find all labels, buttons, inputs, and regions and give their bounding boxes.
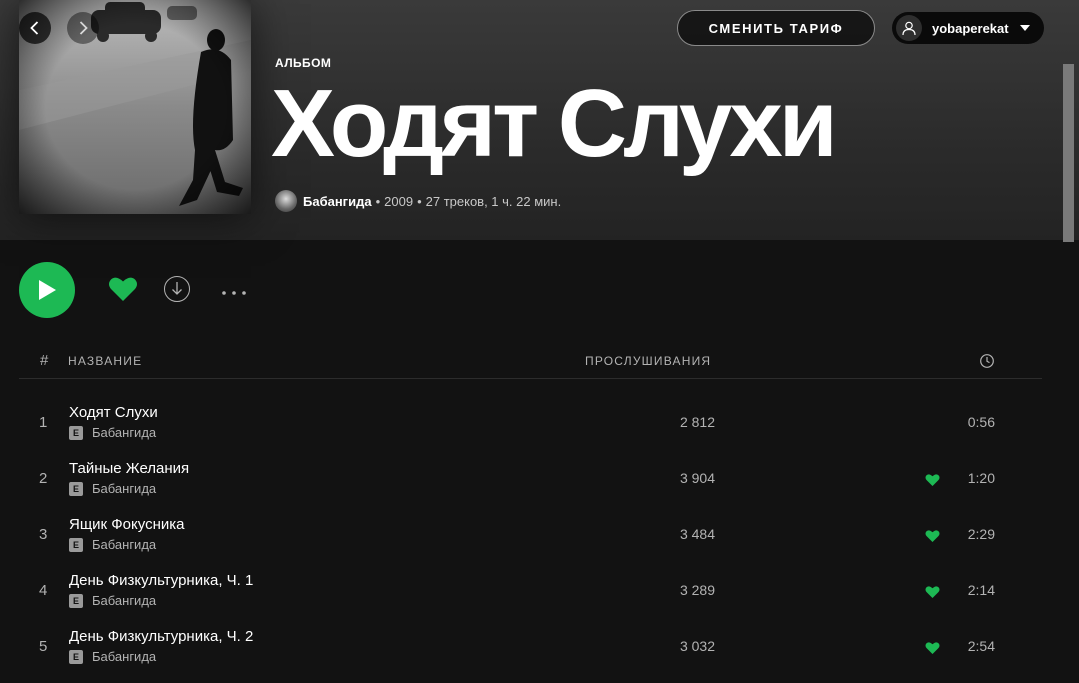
track-artist-line: E Бабангида [69, 537, 156, 552]
separator: • [375, 193, 381, 209]
track-plays: 3 289 [679, 582, 715, 598]
track-duration: 2:54 [967, 638, 995, 654]
track-artist-line: E Бабангида [69, 649, 156, 664]
track-artist[interactable]: Бабангида [92, 537, 156, 552]
track-artist[interactable]: Бабангида [92, 425, 156, 440]
track-title[interactable]: День Физкультурника, Ч. 1 [69, 572, 253, 589]
avatar [896, 15, 922, 41]
clock-icon [980, 354, 994, 368]
liked-heart-icon[interactable] [925, 473, 940, 492]
chevron-right-icon [79, 21, 88, 35]
artist-avatar [275, 190, 297, 212]
liked-heart-icon[interactable] [925, 641, 940, 660]
explicit-badge: E [69, 537, 83, 552]
liked-heart-icon[interactable] [925, 529, 940, 548]
scrollbar[interactable] [1063, 64, 1074, 242]
album-year: 2009 [384, 193, 414, 209]
tracklist-header: # НАЗВАНИЕ ПРОСЛУШИВАНИЯ [19, 346, 1042, 379]
album-type-label: АЛЬБОМ [275, 56, 332, 70]
track-row[interactable]: 3 Ящик Фокусника E Бабангида 3 484 2:29 [19, 508, 1042, 564]
artist-link[interactable]: Бабангида [303, 194, 372, 209]
track-number: 2 [39, 470, 48, 487]
like-album-button[interactable] [108, 275, 138, 308]
heart-icon [109, 277, 137, 301]
back-button[interactable] [19, 12, 51, 44]
explicit-badge: E [69, 425, 83, 440]
separator: • [417, 193, 422, 209]
track-row[interactable]: 2 Тайные Желания E Бабангида 3 904 1:20 [19, 452, 1042, 508]
track-row[interactable]: 5 День Физкультурника, Ч. 2 E Бабангида 3 03… [19, 620, 1042, 676]
user-menu-button[interactable]: yobaperekat [892, 12, 1044, 44]
track-artist-line: E Бабангида [69, 593, 156, 608]
track-artist[interactable]: Бабангида [92, 593, 156, 608]
track-number: 3 [39, 526, 48, 543]
track-number: 5 [39, 638, 48, 655]
track-title[interactable]: День Физкультурника, Ч. 2 [69, 628, 253, 645]
track-number: 4 [39, 582, 48, 599]
col-number: # [40, 352, 49, 369]
download-icon [172, 282, 182, 295]
col-duration[interactable] [979, 353, 995, 372]
chevron-left-icon [30, 21, 39, 35]
album-meta: Бабангида • 2009 • 27 треков, 1 ч. 22 ми… [275, 190, 561, 212]
album-stats: 27 треков, 1 ч. 22 мин. [425, 193, 562, 209]
track-row[interactable]: 1 Ходят Слухи E Бабангида 2 812 0:56 [19, 396, 1042, 452]
user-icon [902, 21, 916, 36]
track-title[interactable]: Ходят Слухи [69, 404, 158, 421]
track-plays: 3 484 [679, 526, 715, 542]
track-title[interactable]: Ящик Фокусника [69, 516, 185, 533]
track-number: 1 [39, 414, 48, 431]
col-plays[interactable]: ПРОСЛУШИВАНИЯ [585, 354, 711, 368]
forward-button[interactable] [67, 12, 99, 44]
track-title[interactable]: Тайные Желания [69, 460, 189, 477]
play-icon [39, 280, 56, 300]
explicit-badge: E [69, 649, 83, 664]
username: yobaperekat [932, 20, 1009, 36]
track-duration: 2:29 [967, 526, 995, 542]
track-duration: 0:56 [967, 414, 995, 430]
track-plays: 3 032 [679, 638, 715, 654]
col-title[interactable]: НАЗВАНИЕ [68, 354, 142, 368]
track-artist-line: E Бабангида [69, 481, 156, 496]
track-row[interactable]: 4 День Физкультурника, Ч. 1 E Бабангида 3 28… [19, 564, 1042, 620]
more-icon [222, 291, 246, 295]
explicit-badge: E [69, 481, 83, 496]
track-plays: 3 904 [679, 470, 715, 486]
track-duration: 1:20 [967, 470, 995, 486]
explicit-badge: E [69, 593, 83, 608]
more-options-button[interactable] [220, 280, 250, 300]
caret-down-icon [1020, 25, 1030, 31]
page-title: Ходят Слухи [271, 70, 838, 177]
download-button[interactable] [164, 276, 190, 302]
track-plays: 2 812 [679, 414, 715, 430]
album-cover [19, 0, 251, 214]
track-duration: 2:14 [967, 582, 995, 598]
track-artist[interactable]: Бабангида [92, 481, 156, 496]
track-artist[interactable]: Бабангида [92, 649, 156, 664]
track-artist-line: E Бабангида [69, 425, 156, 440]
play-button[interactable] [19, 262, 75, 318]
liked-heart-icon[interactable] [925, 585, 940, 604]
upgrade-button[interactable]: СМЕНИТЬ ТАРИФ [677, 10, 875, 46]
